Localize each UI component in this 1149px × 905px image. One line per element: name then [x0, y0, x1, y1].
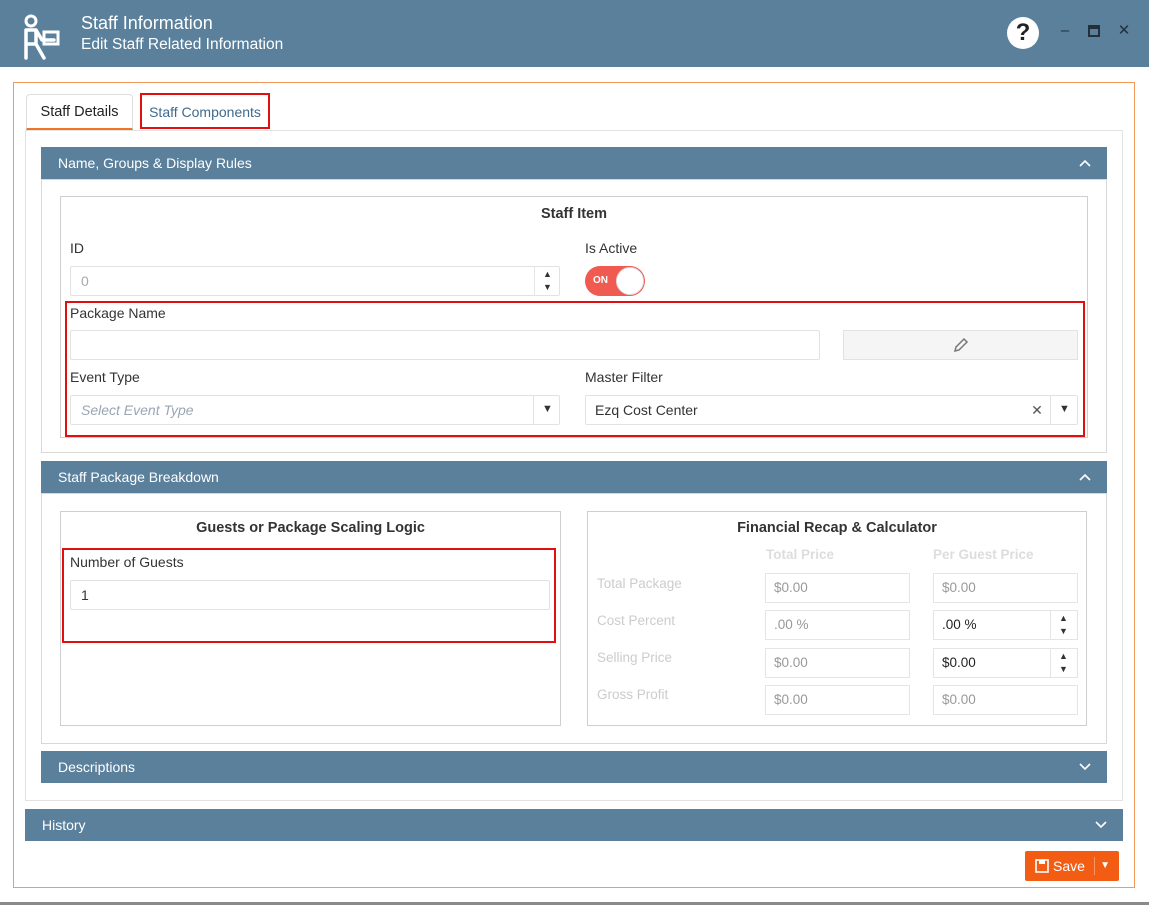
- row-label: Total Package: [597, 576, 682, 591]
- chevron-up-icon[interactable]: [1079, 461, 1091, 493]
- chevron-up-icon[interactable]: [1079, 147, 1091, 179]
- close-button[interactable]: ✕: [1116, 22, 1132, 40]
- maximize-button[interactable]: [1086, 22, 1102, 40]
- package-name-label: Package Name: [70, 305, 166, 321]
- event-type-label: Event Type: [70, 369, 140, 385]
- toggle-knob: [616, 267, 644, 295]
- clear-icon[interactable]: ✕: [1025, 395, 1049, 425]
- pencil-icon: [953, 337, 968, 353]
- row-label: Selling Price: [597, 650, 673, 665]
- section-title: Name, Groups & Display Rules: [58, 155, 252, 171]
- row-label: Cost Percent: [597, 613, 676, 628]
- section-title: Descriptions: [58, 759, 136, 775]
- event-type-select[interactable]: Select Event Type: [70, 395, 560, 425]
- section-breakdown-header[interactable]: Staff Package Breakdown: [41, 461, 1107, 493]
- tab-staff-details[interactable]: Staff Details: [26, 94, 133, 130]
- save-label: Save: [1053, 858, 1085, 874]
- caret-down-icon[interactable]: ▼: [1100, 851, 1110, 881]
- selling-price-total: $0.00: [765, 648, 910, 678]
- staff-icon: [24, 14, 60, 60]
- tab-staff-components[interactable]: Staff Components: [140, 93, 270, 129]
- gross-profit-per-guest: $0.00: [933, 685, 1078, 715]
- total-package-per-guest: $0.00: [933, 573, 1078, 603]
- save-divider: [1094, 857, 1095, 875]
- id-input[interactable]: 0: [70, 266, 560, 296]
- total-package-total: $0.00: [765, 573, 910, 603]
- maximize-icon: [1088, 25, 1100, 37]
- row-label: Gross Profit: [597, 687, 669, 702]
- chevron-down-icon[interactable]: [1079, 751, 1091, 783]
- section-title: History: [42, 817, 86, 833]
- toggle-state: ON: [593, 275, 608, 286]
- package-name-input[interactable]: [70, 330, 820, 360]
- window-subtitle: Edit Staff Related Information: [81, 36, 284, 53]
- help-icon[interactable]: ?: [1007, 17, 1039, 49]
- master-filter-label: Master Filter: [585, 369, 663, 385]
- master-filter-select[interactable]: Ezq Cost Center: [585, 395, 1078, 425]
- is-active-toggle[interactable]: ON: [585, 266, 645, 296]
- selling-price-stepper[interactable]: ▲ ▼: [1050, 648, 1076, 678]
- edit-name-button[interactable]: [843, 330, 1078, 360]
- gross-profit-total: $0.00: [765, 685, 910, 715]
- caret-down-icon[interactable]: ▼: [533, 395, 561, 425]
- cost-percent-total: .00 %: [765, 610, 910, 640]
- cost-percent-stepper[interactable]: ▲ ▼: [1050, 610, 1076, 640]
- save-button[interactable]: Save ▼: [1025, 851, 1119, 881]
- col-total-header: Total Price: [766, 547, 835, 562]
- caret-down-icon[interactable]: ▼: [1050, 395, 1078, 425]
- title-bar: Staff Information Edit Staff Related Inf…: [0, 0, 1149, 67]
- col-per-guest-header: Per Guest Price: [933, 547, 1034, 562]
- is-active-label: Is Active: [585, 240, 638, 256]
- scaling-title: Guests or Package Scaling Logic: [196, 520, 425, 536]
- staff-item-title: Staff Item: [540, 206, 608, 222]
- section-title: Staff Package Breakdown: [58, 469, 219, 485]
- section-descriptions-header[interactable]: Descriptions: [41, 751, 1107, 783]
- id-label: ID: [70, 240, 84, 256]
- id-stepper[interactable]: ▲ ▼: [534, 266, 560, 296]
- guests-input[interactable]: 1: [70, 580, 550, 610]
- floppy-icon: [1035, 859, 1049, 873]
- section-name-groups-header[interactable]: Name, Groups & Display Rules: [41, 147, 1107, 179]
- window-title: Staff Information: [81, 13, 213, 33]
- financial-title: Financial Recap & Calculator: [737, 520, 937, 536]
- minimize-button[interactable]: –: [1057, 22, 1073, 40]
- guests-label: Number of Guests: [70, 554, 184, 570]
- chevron-down-icon[interactable]: [1095, 809, 1107, 841]
- section-history-header[interactable]: History: [25, 809, 1123, 841]
